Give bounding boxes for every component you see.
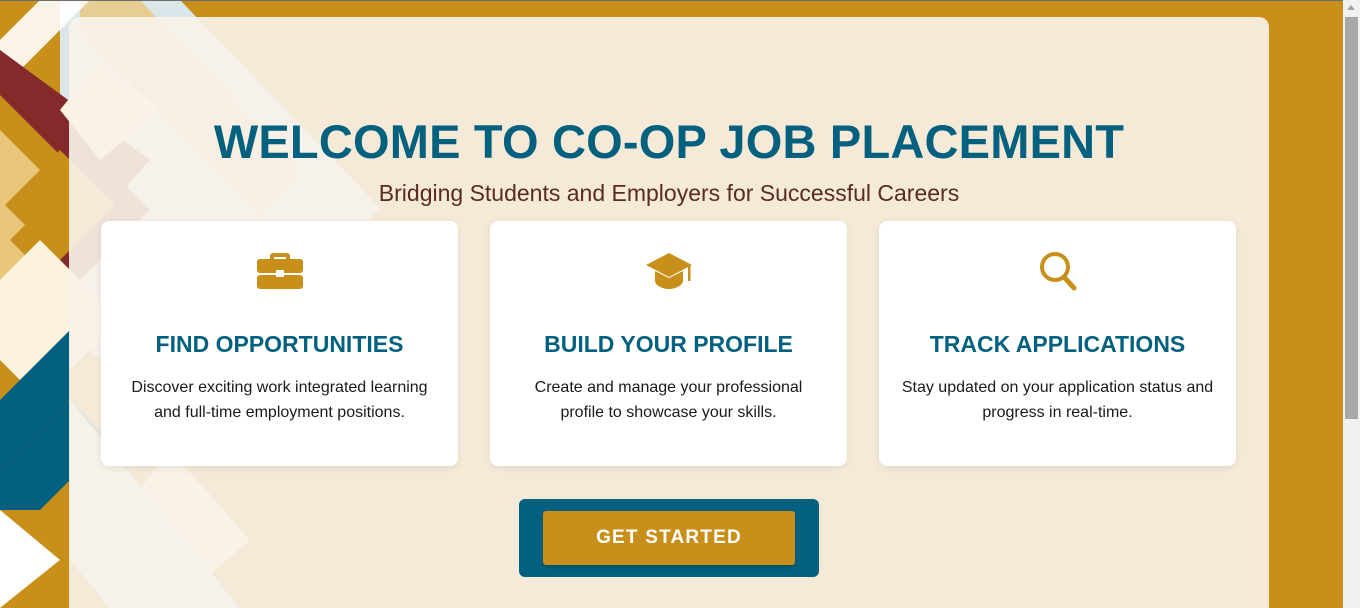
cta-container: GET STARTED bbox=[519, 499, 819, 577]
card-description: Stay updated on your application status … bbox=[901, 379, 1214, 421]
feature-card-build-profile: BUILD YOUR PROFILE Create and manage you… bbox=[490, 221, 847, 466]
scroll-up-arrow-icon[interactable] bbox=[1347, 5, 1355, 10]
card-description: Create and manage your professional prof… bbox=[534, 379, 803, 421]
page-subtitle: Bridging Students and Employers for Succ… bbox=[378, 180, 960, 206]
get-started-button[interactable]: GET STARTED bbox=[543, 511, 795, 565]
window-top-border bbox=[0, 0, 1343, 1]
graduation-cap-icon bbox=[645, 253, 692, 289]
scrollbar-thumb[interactable] bbox=[1345, 17, 1358, 419]
feature-card-track-applications: TRACK APPLICATIONS Stay updated on your … bbox=[879, 221, 1236, 466]
page: WELCOME TO CO-OP JOB PLACEMENT Bridging … bbox=[0, 0, 1360, 608]
search-icon bbox=[1039, 252, 1076, 291]
card-title: TRACK APPLICATIONS bbox=[929, 331, 1186, 357]
card-description: Discover exciting work integrated learni… bbox=[131, 379, 428, 421]
card-title: BUILD YOUR PROFILE bbox=[544, 331, 793, 357]
page-title: WELCOME TO CO-OP JOB PLACEMENT bbox=[213, 115, 1125, 169]
briefcase-icon bbox=[256, 253, 303, 289]
welcome-panel: WELCOME TO CO-OP JOB PLACEMENT Bridging … bbox=[69, 17, 1269, 608]
card-title: FIND OPPORTUNITIES bbox=[155, 331, 404, 357]
vertical-scrollbar[interactable] bbox=[1343, 0, 1360, 608]
feature-card-find-opportunities: FIND OPPORTUNITIES Discover exciting wor… bbox=[101, 221, 458, 466]
